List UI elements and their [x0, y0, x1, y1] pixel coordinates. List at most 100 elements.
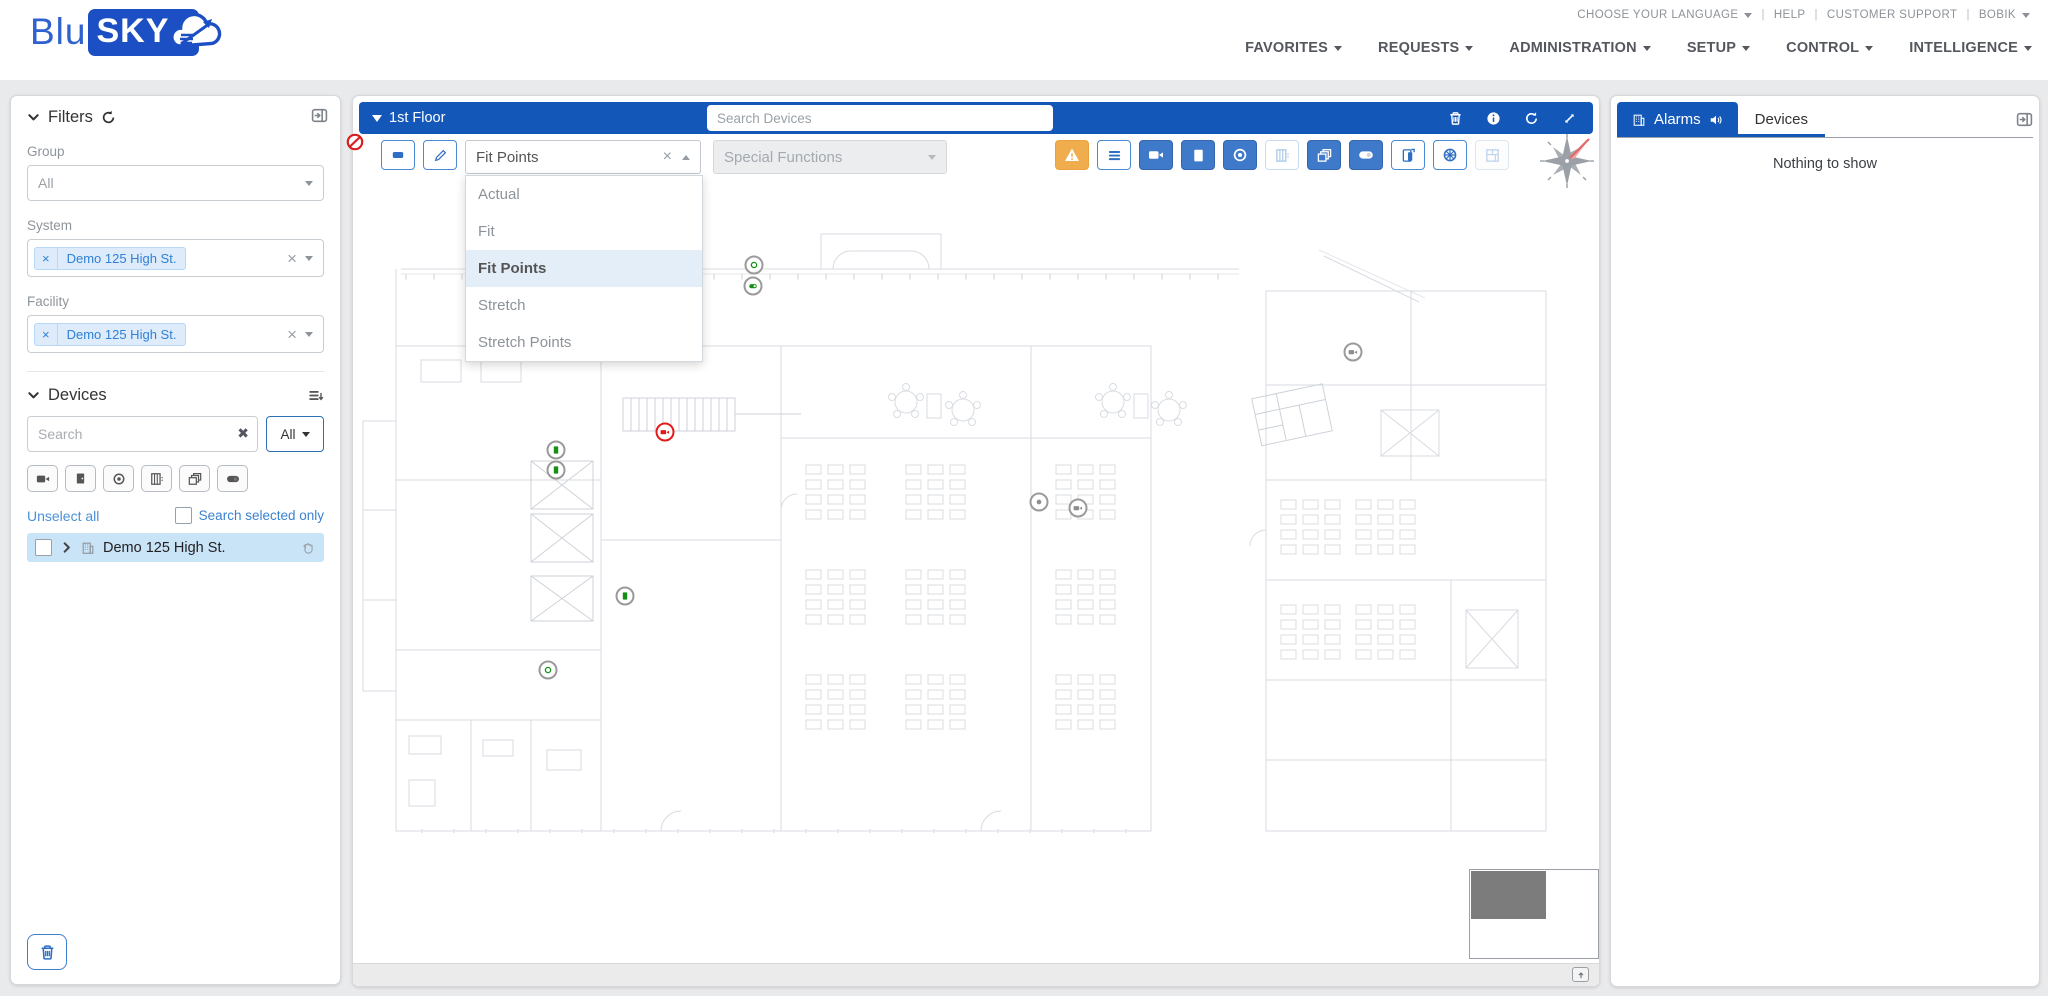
tab-alarms[interactable]: Alarms	[1617, 102, 1738, 137]
filter-doors-button[interactable]	[65, 465, 96, 492]
show-readers-button[interactable]	[1223, 140, 1257, 170]
search-selected-only-toggle[interactable]: Search selected only	[174, 507, 324, 524]
language-menu[interactable]: CHOOSE YOUR LANGUAGE	[1577, 9, 1753, 21]
nav-administration[interactable]: ADMINISTRATION	[1509, 40, 1651, 56]
user-menu[interactable]: BOBIK	[1979, 9, 2030, 21]
system-select[interactable]: × Demo 125 High St. ×	[27, 239, 324, 277]
drag-hand-icon[interactable]	[301, 540, 316, 555]
floorplan-layout-button[interactable]	[1475, 140, 1509, 170]
device-marker-camera[interactable]	[655, 422, 675, 442]
speaker-icon[interactable]	[1709, 113, 1723, 127]
scale-option-stretch-points[interactable]: Stretch Points	[466, 324, 702, 361]
nav-intelligence[interactable]: INTELLIGENCE	[1909, 40, 2032, 56]
nav-control[interactable]: CONTROL	[1786, 40, 1874, 56]
nav-setup[interactable]: SETUP	[1686, 40, 1751, 56]
device-marker-camera[interactable]	[1068, 498, 1088, 518]
special-wheel-button[interactable]	[1433, 140, 1467, 170]
devices-header[interactable]: Devices	[27, 386, 324, 405]
device-marker-door[interactable]	[546, 440, 566, 460]
device-search-input[interactable]	[27, 416, 258, 452]
scale-mode-select[interactable]: Fit Points ×	[465, 140, 701, 174]
list-icon	[1107, 148, 1122, 163]
reset-filters-icon[interactable]	[101, 110, 116, 125]
device-tree-row[interactable]: Demo 125 High St.	[27, 533, 324, 562]
floorplan-header: 1st Floor	[359, 102, 1593, 134]
export-view-icon[interactable]	[1572, 967, 1589, 982]
show-cameras-button[interactable]	[1139, 140, 1173, 170]
map-mode-card-button[interactable]	[381, 140, 415, 170]
filter-outputs-button[interactable]	[217, 465, 248, 492]
remove-tag-icon[interactable]: ×	[35, 247, 58, 269]
nav-favorites[interactable]: FAVORITES	[1245, 40, 1343, 56]
device-marker-reader[interactable]	[1029, 492, 1049, 512]
blusky-logo[interactable]: Blu SKY	[30, 8, 225, 56]
group-select[interactable]: All	[27, 165, 324, 201]
muster-exit-button[interactable]	[1391, 140, 1425, 170]
tab-devices[interactable]: Devices	[1738, 102, 1825, 137]
collapse-panel-icon[interactable]	[2016, 111, 2033, 128]
nav-label: INTELLIGENCE	[1909, 40, 2018, 56]
alarm-warning-button[interactable]	[1055, 140, 1089, 170]
caret-down-icon	[1642, 45, 1651, 51]
filter-readers-button[interactable]	[103, 465, 134, 492]
map-edit-button[interactable]	[423, 140, 457, 170]
group-label: Group	[27, 144, 65, 159]
search-selected-only-checkbox[interactable]	[174, 507, 192, 524]
show-outputs-button[interactable]	[1349, 140, 1383, 170]
clear-select-icon[interactable]: ×	[287, 250, 297, 267]
show-floors-button[interactable]	[1307, 140, 1341, 170]
facility-select[interactable]: × Demo 125 High St. ×	[27, 315, 324, 353]
filter-elevators-button[interactable]	[141, 465, 172, 492]
customer-support-link[interactable]: CUSTOMER SUPPORT	[1827, 9, 1958, 21]
sidebar-trash-button[interactable]	[27, 934, 67, 970]
clear-scale-icon[interactable]: ×	[663, 148, 672, 166]
device-marker-camera[interactable]	[1343, 342, 1363, 362]
unselect-all-link[interactable]: Unselect all	[27, 508, 99, 524]
clear-select-icon[interactable]: ×	[287, 326, 297, 343]
map-trash-icon[interactable]	[1448, 111, 1463, 126]
map-info-icon[interactable]	[1486, 111, 1501, 126]
toggle-icon	[226, 472, 240, 486]
floor-selector[interactable]: 1st Floor	[359, 110, 445, 126]
plan-icon	[1485, 148, 1500, 163]
nav-requests[interactable]: REQUESTS	[1378, 40, 1474, 56]
remove-tag-icon[interactable]: ×	[35, 323, 58, 345]
scale-option-fit-points[interactable]: Fit Points	[466, 250, 702, 287]
device-marker-toggle[interactable]	[743, 276, 763, 296]
tree-row-checkbox[interactable]	[35, 539, 52, 556]
map-fullscreen-icon[interactable]	[1562, 111, 1577, 126]
help-link[interactable]: HELP	[1774, 9, 1806, 21]
compass-rose	[1538, 132, 1596, 195]
scale-option-stretch[interactable]: Stretch	[466, 287, 702, 324]
collapse-sidebar-icon[interactable]	[311, 107, 328, 124]
alarms-devices-panel: Alarms Devices Nothing to show	[1610, 95, 2040, 987]
filter-floors-button[interactable]	[179, 465, 210, 492]
scale-option-actual[interactable]: Actual	[466, 176, 702, 213]
device-marker-output[interactable]	[744, 255, 764, 275]
warning-icon	[1064, 147, 1080, 163]
caret-down-icon	[305, 255, 313, 261]
trash-icon	[39, 944, 56, 961]
special-functions-placeholder: Special Functions	[724, 148, 843, 166]
show-elevators-button[interactable]	[1265, 140, 1299, 170]
map-refresh-icon[interactable]	[1524, 111, 1539, 126]
device-marker-door[interactable]	[546, 460, 566, 480]
nav-label: SETUP	[1686, 40, 1737, 56]
scale-option-fit[interactable]: Fit	[466, 213, 702, 250]
minimap-viewport[interactable]	[1471, 871, 1546, 919]
minimap[interactable]	[1469, 869, 1599, 959]
map-device-search-input[interactable]	[707, 105, 1053, 131]
device-filter-all-button[interactable]: All	[266, 416, 324, 452]
device-marker-door[interactable]	[615, 586, 635, 606]
caret-down-icon	[2022, 12, 2030, 18]
chevron-right-icon[interactable]	[60, 541, 73, 554]
filters-header[interactable]: Filters	[27, 108, 324, 127]
device-list-options-icon[interactable]	[308, 388, 324, 404]
filter-cameras-button[interactable]	[27, 465, 58, 492]
device-marker-output[interactable]	[538, 660, 558, 680]
show-doors-button[interactable]	[1181, 140, 1215, 170]
clear-search-icon[interactable]: ✖	[237, 425, 249, 442]
list-view-button[interactable]	[1097, 140, 1131, 170]
device-search-wrap: ✖	[27, 416, 258, 452]
device-type-filters	[27, 465, 324, 492]
